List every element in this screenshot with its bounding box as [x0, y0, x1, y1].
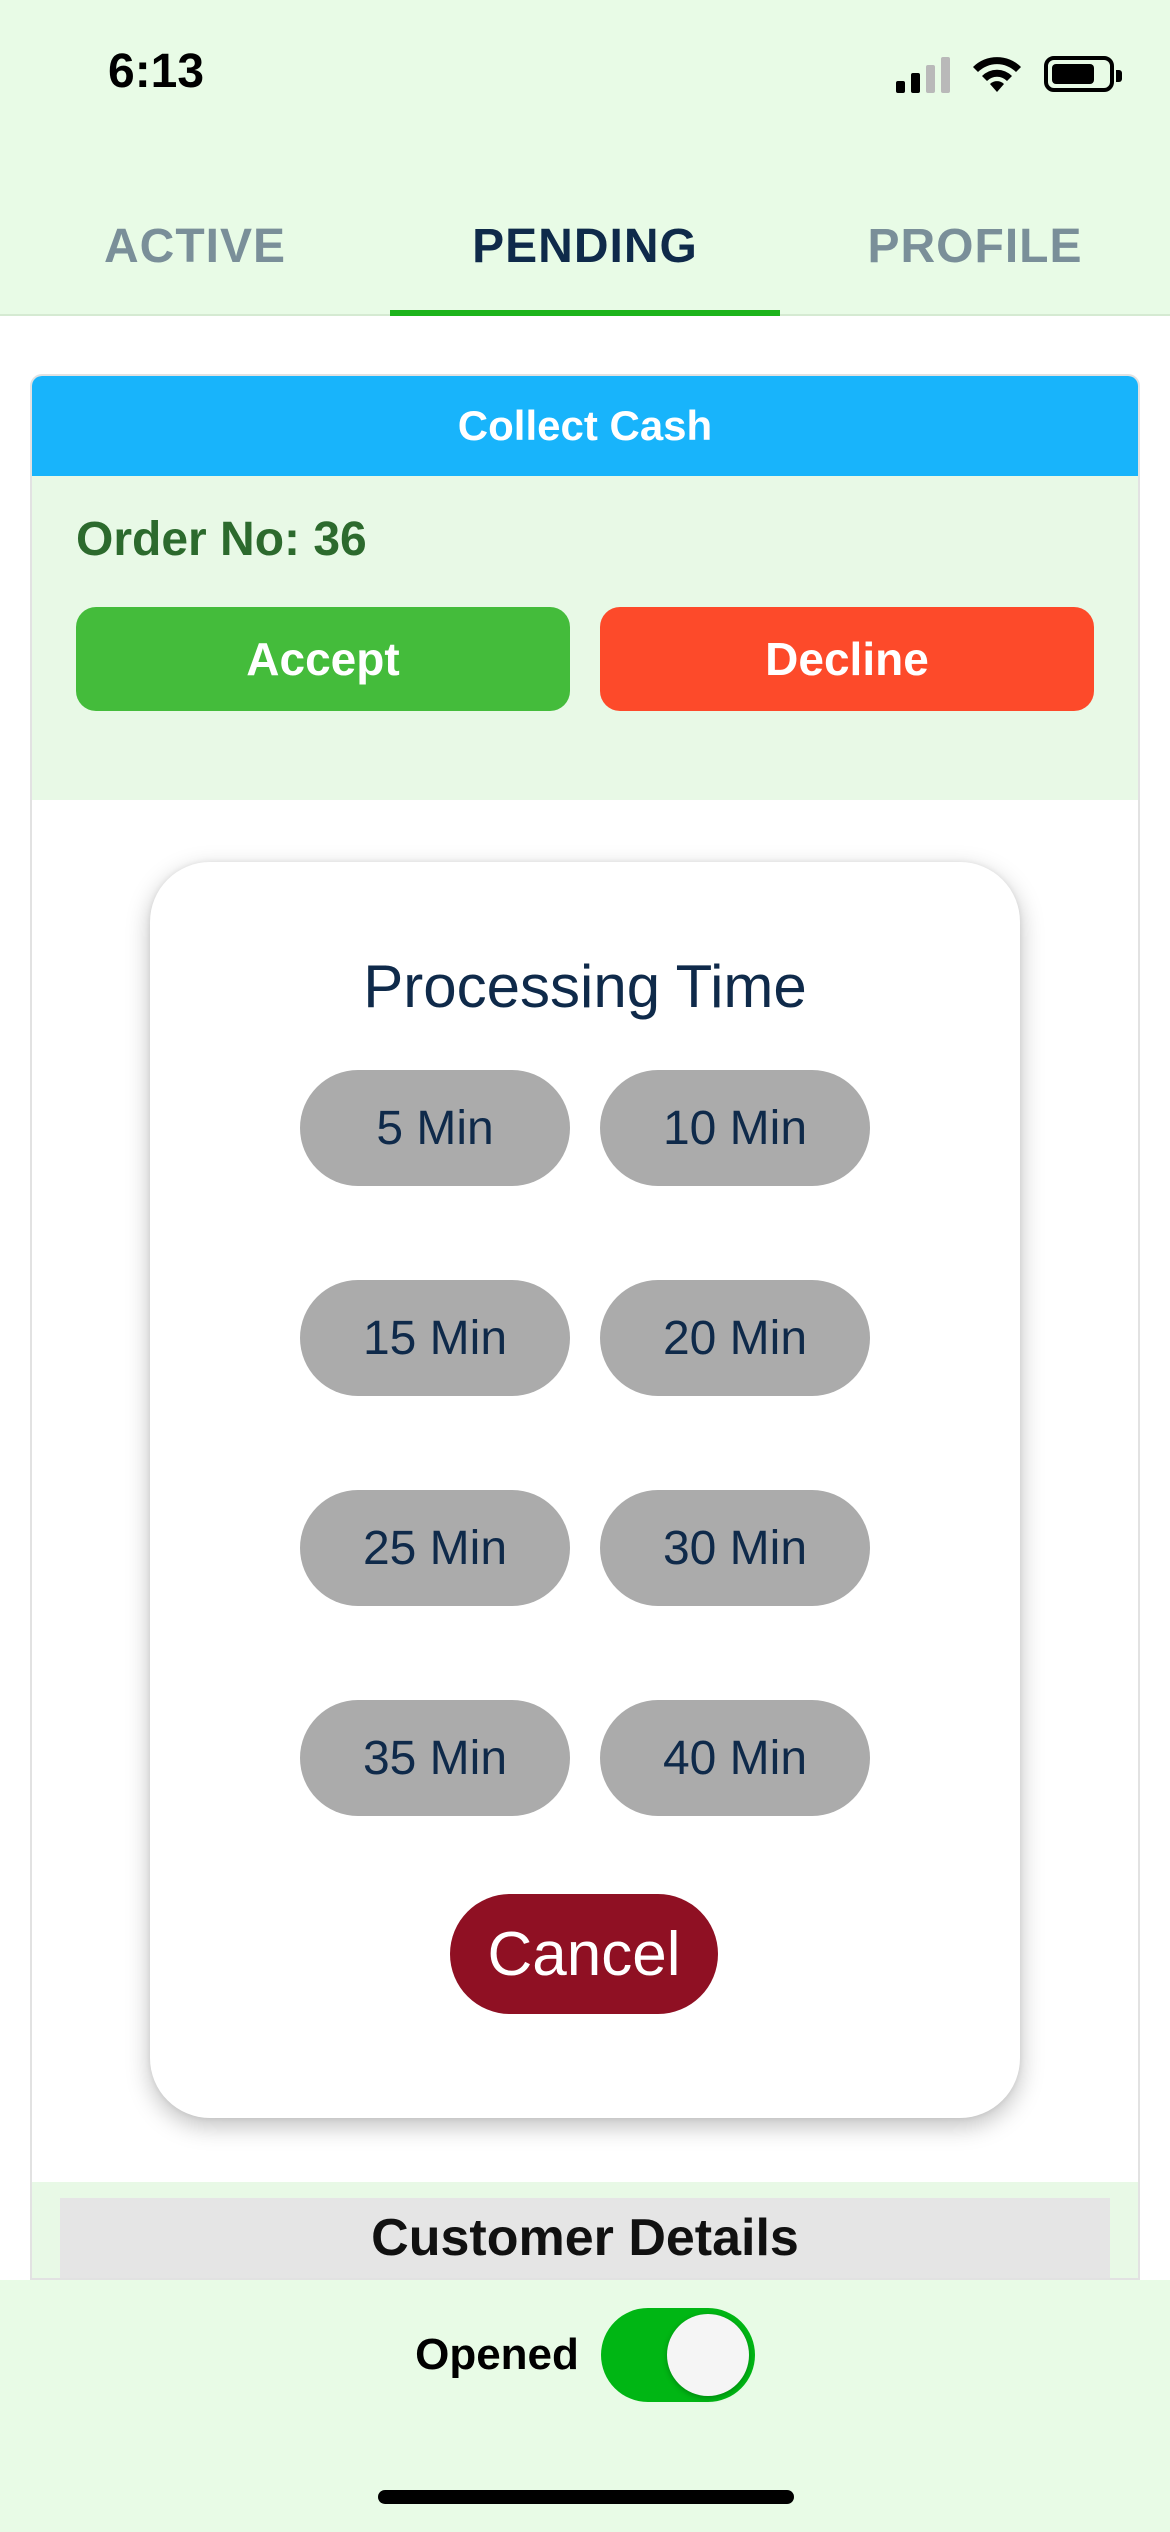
time-option-35-min[interactable]: 35 Min	[300, 1700, 570, 1816]
modal-title: Processing Time	[363, 953, 807, 1020]
processing-time-options: 5 Min 10 Min 15 Min 20 Min 25 Min 30 Min…	[300, 1070, 870, 1816]
status-time: 6:13	[108, 45, 205, 98]
processing-time-modal: Processing Time 5 Min 10 Min 15 Min 20 M…	[150, 862, 1020, 2118]
home-indicator	[378, 2490, 794, 2504]
customer-details-section: Customer Details	[32, 2182, 1138, 2278]
time-option-30-min[interactable]: 30 Min	[600, 1490, 870, 1606]
tab-profile[interactable]: PROFILE	[780, 178, 1170, 314]
payment-method-header: Collect Cash	[32, 376, 1138, 476]
decline-button[interactable]: Decline	[600, 607, 1094, 711]
cellular-signal-icon	[896, 55, 950, 93]
time-option-5-min[interactable]: 5 Min	[300, 1070, 570, 1186]
store-open-toggle[interactable]	[600, 2308, 755, 2402]
wifi-icon	[973, 57, 1021, 92]
order-actions: Accept Decline	[76, 607, 1094, 711]
time-option-20-min[interactable]: 20 Min	[600, 1280, 870, 1396]
battery-icon	[1044, 56, 1122, 92]
store-status-row: Opened	[0, 2308, 1170, 2402]
status-bar: 6:13	[0, 0, 1170, 150]
tab-pending[interactable]: PENDING	[390, 178, 780, 316]
accept-button[interactable]: Accept	[76, 607, 570, 711]
store-status-label: Opened	[415, 2330, 579, 2379]
order-number: Order No: 36	[76, 513, 367, 566]
time-option-25-min[interactable]: 25 Min	[300, 1490, 570, 1606]
cancel-button[interactable]: Cancel	[450, 1894, 718, 2014]
time-option-10-min[interactable]: 10 Min	[600, 1070, 870, 1186]
tab-bar: ACTIVE PENDING PROFILE	[0, 178, 1170, 316]
tab-active[interactable]: ACTIVE	[0, 178, 390, 314]
time-option-40-min[interactable]: 40 Min	[600, 1700, 870, 1816]
status-icons	[896, 52, 1122, 96]
customer-details-header: Customer Details	[60, 2198, 1110, 2278]
order-section: Order No: 36 Accept Decline	[32, 476, 1138, 800]
toggle-knob	[666, 2314, 749, 2396]
time-option-15-min[interactable]: 15 Min	[300, 1280, 570, 1396]
